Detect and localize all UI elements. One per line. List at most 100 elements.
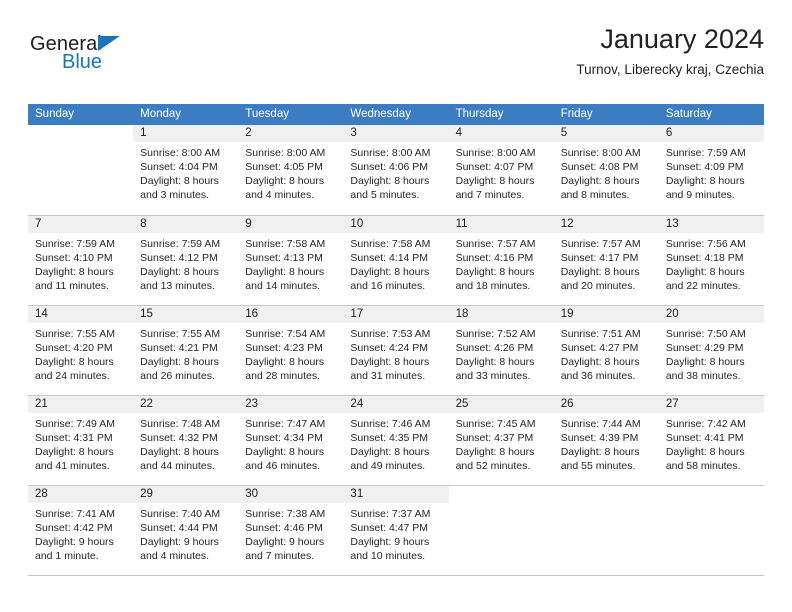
calendar-cell: 2 Sunrise: 8:00 AM Sunset: 4:05 PM Daylight… (238, 125, 344, 216)
day-number: 6 (658, 125, 764, 142)
calendar-day[interactable]: 4 Sunrise: 8:00 AM Sunset: 4:07 PM Daylight… (448, 125, 554, 214)
day-info-line: Sunset: 4:04 PM (140, 161, 218, 173)
calendar-day-empty (658, 485, 764, 575)
calendar-day[interactable]: 11 Sunrise: 7:57 AM Sunset: 4:16 PM Dayligh… (448, 215, 554, 305)
day-sun-info: Sunrise: 7:56 AM Sunset: 4:18 PM Daylight:… (659, 233, 764, 293)
day-info-line: Sunset: 4:20 PM (35, 341, 113, 354)
calendar-cell: 3 Sunrise: 8:00 AM Sunset: 4:06 PM Daylight… (343, 125, 449, 216)
day-info-line: Sunrise: 7:59 AM (35, 237, 115, 250)
day-number: 22 (133, 395, 239, 413)
calendar-day[interactable]: 9 Sunrise: 7:58 AM Sunset: 4:13 PM Daylight… (238, 215, 344, 305)
calendar-day[interactable]: 31 Sunrise: 7:37 AM Sunset: 4:47 PM Dayligh… (343, 485, 449, 575)
calendar-day[interactable]: 27 Sunrise: 7:42 AM Sunset: 4:41 PM Dayligh… (658, 395, 764, 485)
day-number: 26 (553, 395, 659, 413)
day-info-line: Daylight: 8 hours (455, 175, 535, 187)
calendar-day[interactable]: 13 Sunrise: 7:56 AM Sunset: 4:18 PM Dayligh… (658, 215, 764, 305)
day-info-line: Daylight: 8 hours (245, 175, 325, 187)
day-sun-info: Sunrise: 7:42 AM Sunset: 4:41 PM Daylight:… (659, 413, 764, 473)
calendar-cell (553, 485, 659, 576)
calendar-day[interactable]: 3 Sunrise: 8:00 AM Sunset: 4:06 PM Daylight… (343, 125, 449, 214)
day-info-line: Sunrise: 7:46 AM (350, 417, 431, 430)
weekday-header-sunday: Sunday (28, 104, 134, 125)
day-sun-info: Sunrise: 8:00 AM Sunset: 4:05 PM Daylight:… (238, 142, 343, 202)
calendar-cell (28, 125, 134, 216)
day-info-line: Sunrise: 8:00 AM (455, 147, 536, 159)
day-sun-info: Sunrise: 7:58 AM Sunset: 4:14 PM Daylight:… (343, 233, 448, 293)
calendar-page: General Blue January 2024 Turnov, Libere… (0, 0, 792, 612)
calendar-week-row: 1 Sunrise: 8:00 AM Sunset: 4:04 PM Daylight… (28, 125, 764, 216)
day-info-line: Sunrise: 7:58 AM (245, 237, 326, 250)
day-info-line: and 14 minutes. (245, 279, 320, 292)
calendar-day[interactable]: 24 Sunrise: 7:46 AM Sunset: 4:35 PM Dayligh… (343, 395, 449, 485)
calendar-day[interactable]: 30 Sunrise: 7:38 AM Sunset: 4:46 PM Dayligh… (238, 485, 344, 575)
calendar-day[interactable]: 2 Sunrise: 8:00 AM Sunset: 4:05 PM Daylight… (238, 125, 344, 214)
day-sun-info (449, 503, 554, 507)
day-info-line: Daylight: 8 hours (35, 445, 114, 458)
day-info-line: Daylight: 8 hours (140, 355, 219, 368)
day-info-line: Sunrise: 7:37 AM (350, 507, 431, 520)
calendar-day[interactable]: 14 Sunrise: 7:55 AM Sunset: 4:20 PM Dayligh… (28, 305, 134, 395)
calendar-cell: 10 Sunrise: 7:58 AM Sunset: 4:14 PM Dayligh… (343, 215, 449, 306)
calendar-day[interactable]: 21 Sunrise: 7:49 AM Sunset: 4:31 PM Dayligh… (28, 395, 134, 485)
day-sun-info: Sunrise: 8:00 AM Sunset: 4:06 PM Daylight:… (343, 142, 448, 202)
day-sun-info: Sunrise: 7:59 AM Sunset: 4:10 PM Daylight:… (28, 233, 133, 293)
day-info-line: Daylight: 8 hours (245, 355, 325, 368)
calendar-day[interactable]: 25 Sunrise: 7:45 AM Sunset: 4:37 PM Dayligh… (448, 395, 554, 485)
day-sun-info: Sunrise: 7:40 AM Sunset: 4:44 PM Daylight:… (133, 503, 238, 563)
day-info-line: Sunset: 4:05 PM (245, 161, 323, 173)
calendar-day[interactable]: 8 Sunrise: 7:59 AM Sunset: 4:12 PM Daylight… (133, 215, 239, 305)
calendar-day[interactable]: 5 Sunrise: 8:00 AM Sunset: 4:08 PM Daylight… (553, 125, 659, 214)
day-number (658, 485, 764, 503)
calendar-day[interactable]: 22 Sunrise: 7:48 AM Sunset: 4:32 PM Dayligh… (133, 395, 239, 485)
calendar-day[interactable]: 29 Sunrise: 7:40 AM Sunset: 4:44 PM Dayligh… (133, 485, 239, 575)
calendar-day[interactable]: 6 Sunrise: 7:59 AM Sunset: 4:09 PM Daylight… (658, 125, 764, 214)
calendar-day[interactable]: 7 Sunrise: 7:59 AM Sunset: 4:10 PM Daylight… (28, 215, 134, 305)
day-number: 18 (448, 305, 554, 323)
weekday-header-friday: Friday (553, 104, 659, 125)
day-number: 28 (28, 485, 134, 503)
calendar-day[interactable]: 17 Sunrise: 7:53 AM Sunset: 4:24 PM Dayligh… (343, 305, 449, 395)
month-calendar-table: Sunday Monday Tuesday Wednesday Thursday… (28, 104, 764, 576)
day-number: 4 (448, 125, 554, 142)
calendar-day[interactable]: 16 Sunrise: 7:54 AM Sunset: 4:23 PM Dayligh… (238, 305, 344, 395)
day-info-line: Daylight: 8 hours (140, 175, 219, 187)
day-info-line: and 55 minutes. (560, 459, 636, 472)
day-number: 3 (343, 125, 449, 142)
day-info-line: Sunset: 4:41 PM (665, 431, 744, 444)
calendar-cell: 9 Sunrise: 7:58 AM Sunset: 4:13 PM Daylight… (238, 215, 344, 306)
day-info-line: Sunrise: 7:48 AM (140, 417, 221, 430)
day-info-line: Sunrise: 7:54 AM (245, 327, 326, 340)
day-info-line: Daylight: 8 hours (560, 355, 640, 368)
calendar-day[interactable]: 26 Sunrise: 7:44 AM Sunset: 4:39 PM Dayligh… (553, 395, 659, 485)
calendar-cell (658, 485, 764, 576)
calendar-day[interactable]: 28 Sunrise: 7:41 AM Sunset: 4:42 PM Dayligh… (28, 485, 134, 575)
day-sun-info: Sunrise: 7:48 AM Sunset: 4:32 PM Daylight:… (133, 413, 238, 473)
day-info-line: Sunset: 4:31 PM (35, 431, 113, 444)
day-number: 14 (28, 305, 134, 323)
day-sun-info: Sunrise: 7:55 AM Sunset: 4:21 PM Daylight:… (133, 323, 238, 383)
day-number: 12 (553, 215, 659, 233)
day-info-line: and 33 minutes. (455, 369, 531, 382)
day-info-line: Sunrise: 7:56 AM (665, 237, 746, 250)
calendar-day[interactable]: 20 Sunrise: 7:50 AM Sunset: 4:29 PM Dayligh… (658, 305, 764, 395)
day-info-line: and 9 minutes. (665, 189, 735, 201)
calendar-week-row: 7 Sunrise: 7:59 AM Sunset: 4:10 PM Daylight… (28, 215, 764, 306)
calendar-day[interactable]: 19 Sunrise: 7:51 AM Sunset: 4:27 PM Dayligh… (553, 305, 659, 395)
calendar-day[interactable]: 18 Sunrise: 7:52 AM Sunset: 4:26 PM Dayligh… (448, 305, 554, 395)
day-sun-info (28, 142, 133, 146)
calendar-day[interactable]: 12 Sunrise: 7:57 AM Sunset: 4:17 PM Dayligh… (553, 215, 659, 305)
day-info-line: Sunset: 4:47 PM (350, 521, 429, 534)
day-info-line: Sunrise: 8:00 AM (245, 147, 326, 159)
general-blue-logo[interactable]: General Blue (30, 34, 210, 82)
day-info-line: Sunset: 4:35 PM (350, 431, 429, 444)
calendar-day[interactable]: 23 Sunrise: 7:47 AM Sunset: 4:34 PM Dayligh… (238, 395, 344, 485)
calendar-day[interactable]: 1 Sunrise: 8:00 AM Sunset: 4:04 PM Daylight… (133, 125, 239, 214)
day-info-line: Sunset: 4:13 PM (245, 251, 323, 264)
calendar-day[interactable]: 15 Sunrise: 7:55 AM Sunset: 4:21 PM Dayligh… (133, 305, 239, 395)
day-info-line: Daylight: 8 hours (560, 175, 640, 187)
calendar-cell: 13 Sunrise: 7:56 AM Sunset: 4:18 PM Dayligh… (658, 215, 764, 306)
day-number (553, 485, 659, 503)
calendar-week-row: 21 Sunrise: 7:49 AM Sunset: 4:31 PM Dayligh… (28, 395, 764, 486)
calendar-day[interactable]: 10 Sunrise: 7:58 AM Sunset: 4:14 PM Dayligh… (343, 215, 449, 305)
day-info-line: Daylight: 8 hours (560, 445, 640, 458)
